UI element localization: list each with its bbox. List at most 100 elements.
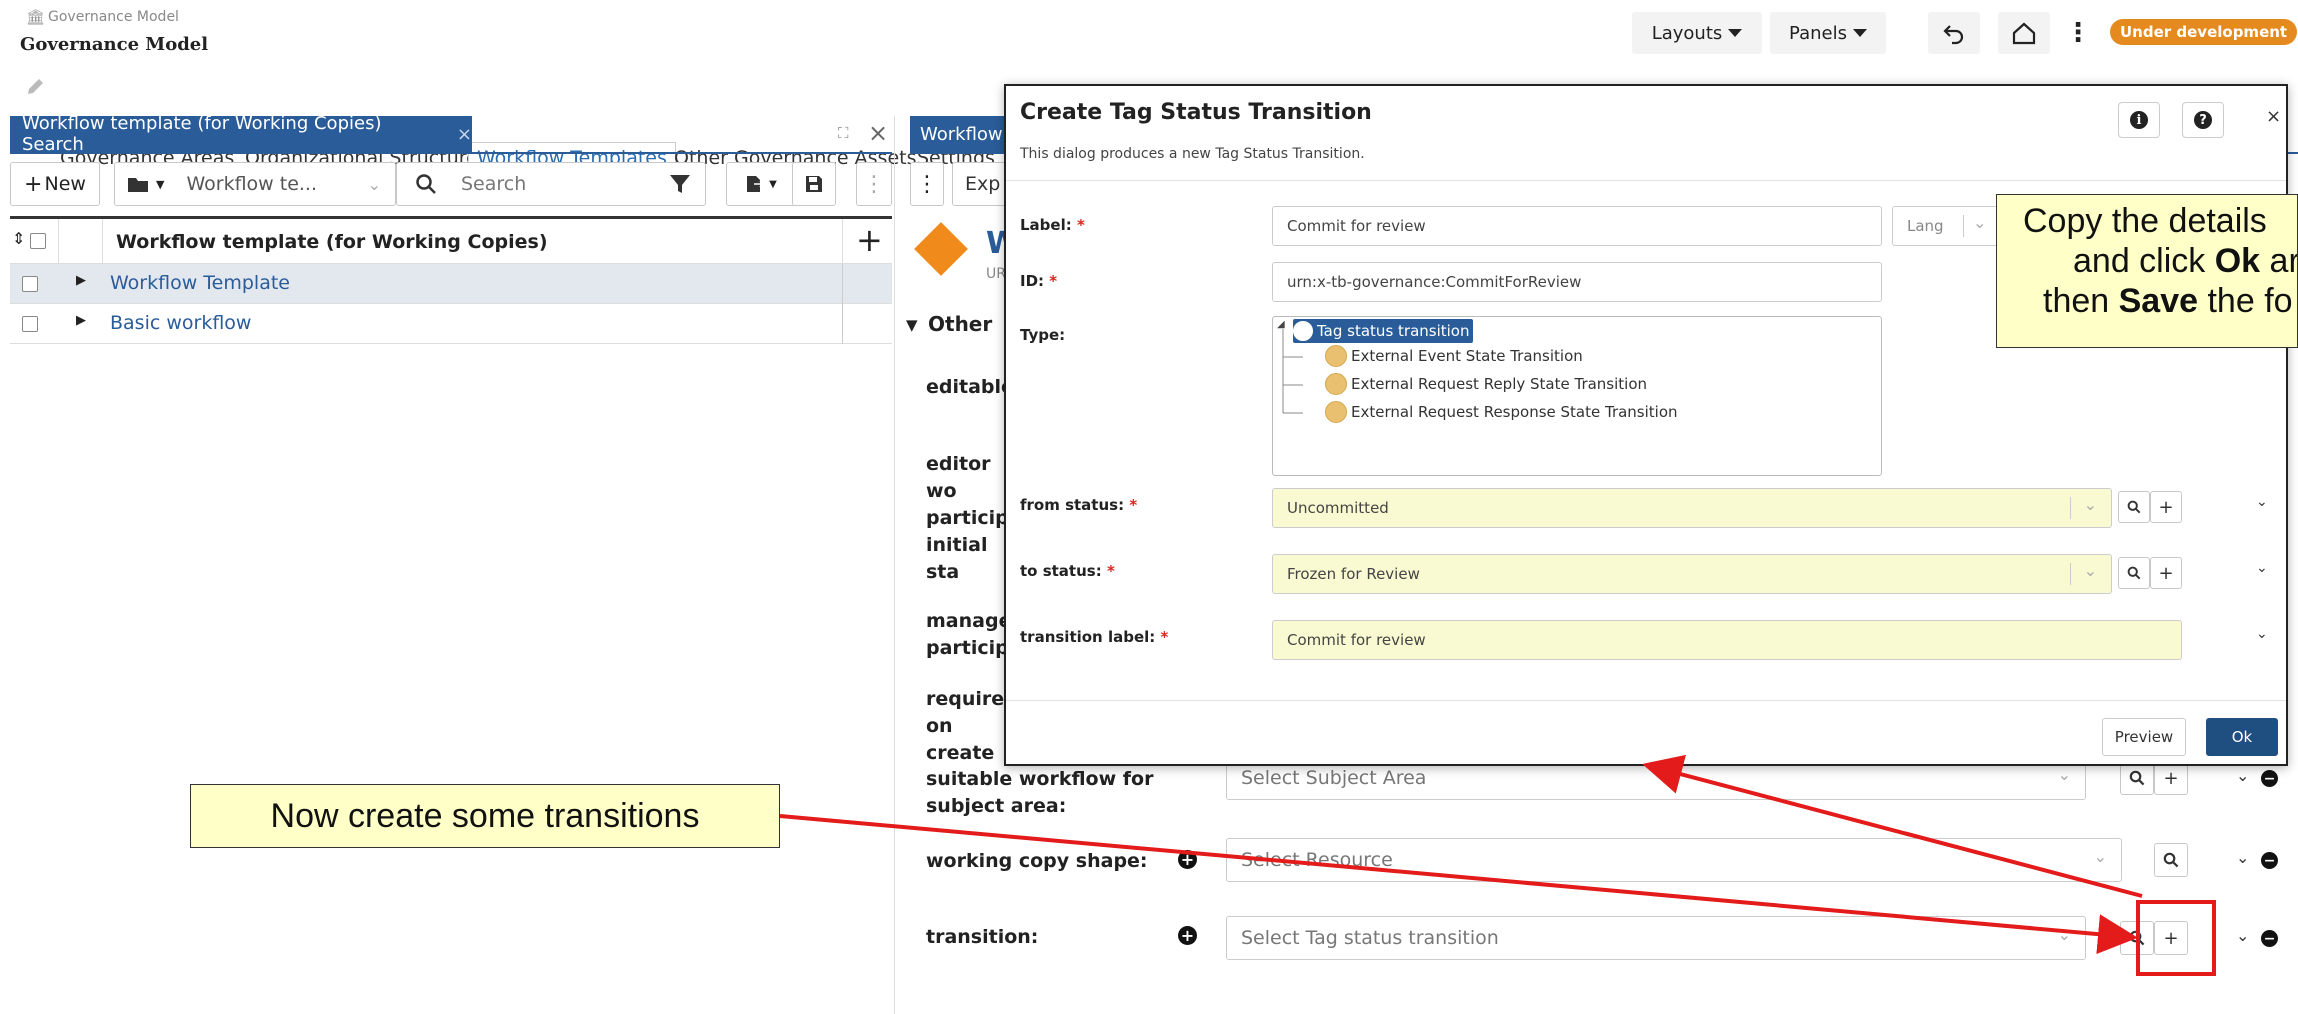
row-label[interactable]: Basic workflow <box>110 312 251 334</box>
chevron-down-icon[interactable]: ⌄ <box>2256 626 2268 642</box>
table-header: ⇕ Workflow template (for Working Copies)… <box>10 216 892 267</box>
section-toggle-icon[interactable]: ▼ <box>906 316 918 334</box>
row-checkbox[interactable] <box>22 316 38 332</box>
right-more-button[interactable]: ⋮ <box>910 162 944 206</box>
tree-item[interactable]: External Event State Transition <box>1325 345 1583 367</box>
to-status-label: to status: * <box>1020 562 1115 580</box>
select-all-checkbox[interactable] <box>30 233 46 249</box>
callout-text: then <box>2043 282 2119 320</box>
add-subject-area-button[interactable]: + <box>2154 761 2188 795</box>
add-column-icon[interactable]: + <box>856 221 883 259</box>
more-menu-button[interactable]: ⋮ <box>2062 12 2094 54</box>
help-button[interactable]: ? <box>2182 102 2224 138</box>
required-marker: * <box>1049 272 1058 290</box>
preview-label: Preview <box>2114 728 2174 746</box>
from-status-select[interactable]: Uncommitted ⌄ <box>1272 488 2112 528</box>
search-from-status-button[interactable] <box>2118 491 2150 523</box>
transition-select[interactable]: Select Tag status transition ⌄ <box>1226 916 2086 960</box>
caret-down-icon <box>1852 29 1867 37</box>
panels-menu[interactable]: Panels <box>1770 12 1886 54</box>
working-copy-shape-select[interactable]: Select Resource ⌄ <box>1226 838 2122 882</box>
add-transition-button[interactable]: + <box>2154 921 2188 955</box>
id-field-label: ID: * <box>1020 272 1057 290</box>
new-button[interactable]: + New <box>10 162 100 206</box>
ok-button[interactable]: Ok <box>2206 718 2278 756</box>
type-select[interactable]: ▼ Workflow te... ⌄ <box>114 162 396 206</box>
chevron-down-icon[interactable]: ⌄ <box>2236 926 2249 945</box>
section-title[interactable]: Other <box>928 312 992 336</box>
preview-button[interactable]: Preview <box>2102 718 2186 756</box>
to-status-select[interactable]: Frozen for Review ⌄ <box>1272 554 2112 594</box>
search-transition-button[interactable] <box>2120 921 2154 955</box>
expand-label: Exp <box>965 173 1001 195</box>
undo-button[interactable] <box>1928 12 1980 54</box>
chevron-down-icon[interactable]: ⌄ <box>2256 494 2268 510</box>
chevron-down-icon: ⌄ <box>2093 847 2107 866</box>
lang-select[interactable]: Lang ⌄ <box>1892 206 2012 246</box>
left-panel-title: Workflow template (for Working Copies) S… <box>22 113 382 155</box>
callout-text: Copy the details <box>2023 202 2267 240</box>
transition-label-input[interactable]: Commit for review <box>1272 620 2182 660</box>
column-header[interactable]: Workflow template (for Working Copies) <box>116 231 548 253</box>
panel-splitter[interactable] <box>894 116 895 1014</box>
chevron-down-icon[interactable]: ⌄ <box>2236 766 2249 785</box>
search-resource-button[interactable] <box>2154 843 2188 877</box>
add-value-icon[interactable]: + <box>1178 926 1197 945</box>
search-placeholder: Search <box>461 173 527 195</box>
filter-icon[interactable] <box>669 173 691 195</box>
circle-icon <box>1293 321 1313 341</box>
callout-text: and click <box>2073 242 2215 280</box>
col-divider <box>842 264 843 304</box>
from-status-value: Uncommitted <box>1287 499 1389 517</box>
new-label: New <box>44 173 86 195</box>
undo-icon <box>1943 25 1964 45</box>
tree-root[interactable]: Tag status transition <box>1293 319 1474 343</box>
add-from-status-button[interactable]: + <box>2150 491 2182 523</box>
table-row[interactable]: ▶ Basic workflow <box>10 304 892 344</box>
required-marker: * <box>1076 216 1085 234</box>
id-input[interactable]: urn:x-tb-governance:CommitForReview <box>1272 262 1882 302</box>
save-icon <box>806 176 822 192</box>
label-input[interactable]: Commit for review <box>1272 206 1882 246</box>
left-panel-tab[interactable]: Workflow template (for Working Copies) S… <box>10 113 472 155</box>
close-dialog-icon[interactable]: × <box>2266 106 2281 127</box>
breadcrumb[interactable]: Governance Model <box>48 9 179 25</box>
expand-icon[interactable]: ▶ <box>76 313 86 328</box>
table-row[interactable]: ▶ Workflow Template <box>10 264 892 304</box>
close-panel-icon[interactable]: × <box>868 119 888 147</box>
chevron-down-icon[interactable]: ⌄ <box>2236 848 2249 867</box>
sort-icon[interactable]: ⇕ <box>12 229 25 248</box>
search-box[interactable]: Search <box>396 162 706 206</box>
chevron-down-icon: ⌄ <box>2057 925 2071 944</box>
remove-field-icon[interactable]: − <box>2261 852 2278 869</box>
collapse-icon[interactable]: ◢ <box>1277 319 1285 330</box>
to-status-value: Frozen for Review <box>1287 565 1420 583</box>
home-button[interactable] <box>1998 12 2050 54</box>
id-value: urn:x-tb-governance:CommitForReview <box>1287 273 1582 291</box>
save-button[interactable] <box>792 162 836 206</box>
add-to-status-button[interactable]: + <box>2150 557 2182 589</box>
close-icon[interactable]: × <box>457 124 472 145</box>
row-checkbox[interactable] <box>22 276 38 292</box>
row-label[interactable]: Workflow Template <box>110 272 290 294</box>
left-more-button[interactable]: ⋮ <box>856 162 892 206</box>
add-value-icon[interactable]: + <box>1178 850 1197 869</box>
plus-icon: + <box>24 171 43 197</box>
search-subject-area-button[interactable] <box>2120 761 2154 795</box>
export-button[interactable]: ▼ <box>726 162 796 206</box>
expand-icon[interactable]: ▶ <box>76 273 86 288</box>
from-text: from status: <box>1020 496 1125 514</box>
chevron-down-icon[interactable]: ⌄ <box>2256 560 2268 576</box>
type-tree[interactable]: ◢ Tag status transition External Event S… <box>1272 316 1882 476</box>
tree-item[interactable]: External Request Response State Transiti… <box>1325 401 1678 423</box>
maximize-icon[interactable]: ⛶ <box>838 124 849 142</box>
remove-field-icon[interactable]: − <box>2261 930 2278 947</box>
layouts-menu[interactable]: Layouts <box>1632 12 1762 54</box>
app-header: 🏛 Governance Model Governance Model Layo… <box>0 0 2298 64</box>
remove-field-icon[interactable]: − <box>2261 770 2278 787</box>
info-button[interactable]: i <box>2118 102 2160 138</box>
to-text: to status: <box>1020 562 1102 580</box>
tree-item[interactable]: External Request Reply State Transition <box>1325 373 1647 395</box>
search-to-status-button[interactable] <box>2118 557 2150 589</box>
transition-label-value: Commit for review <box>1287 631 1426 649</box>
